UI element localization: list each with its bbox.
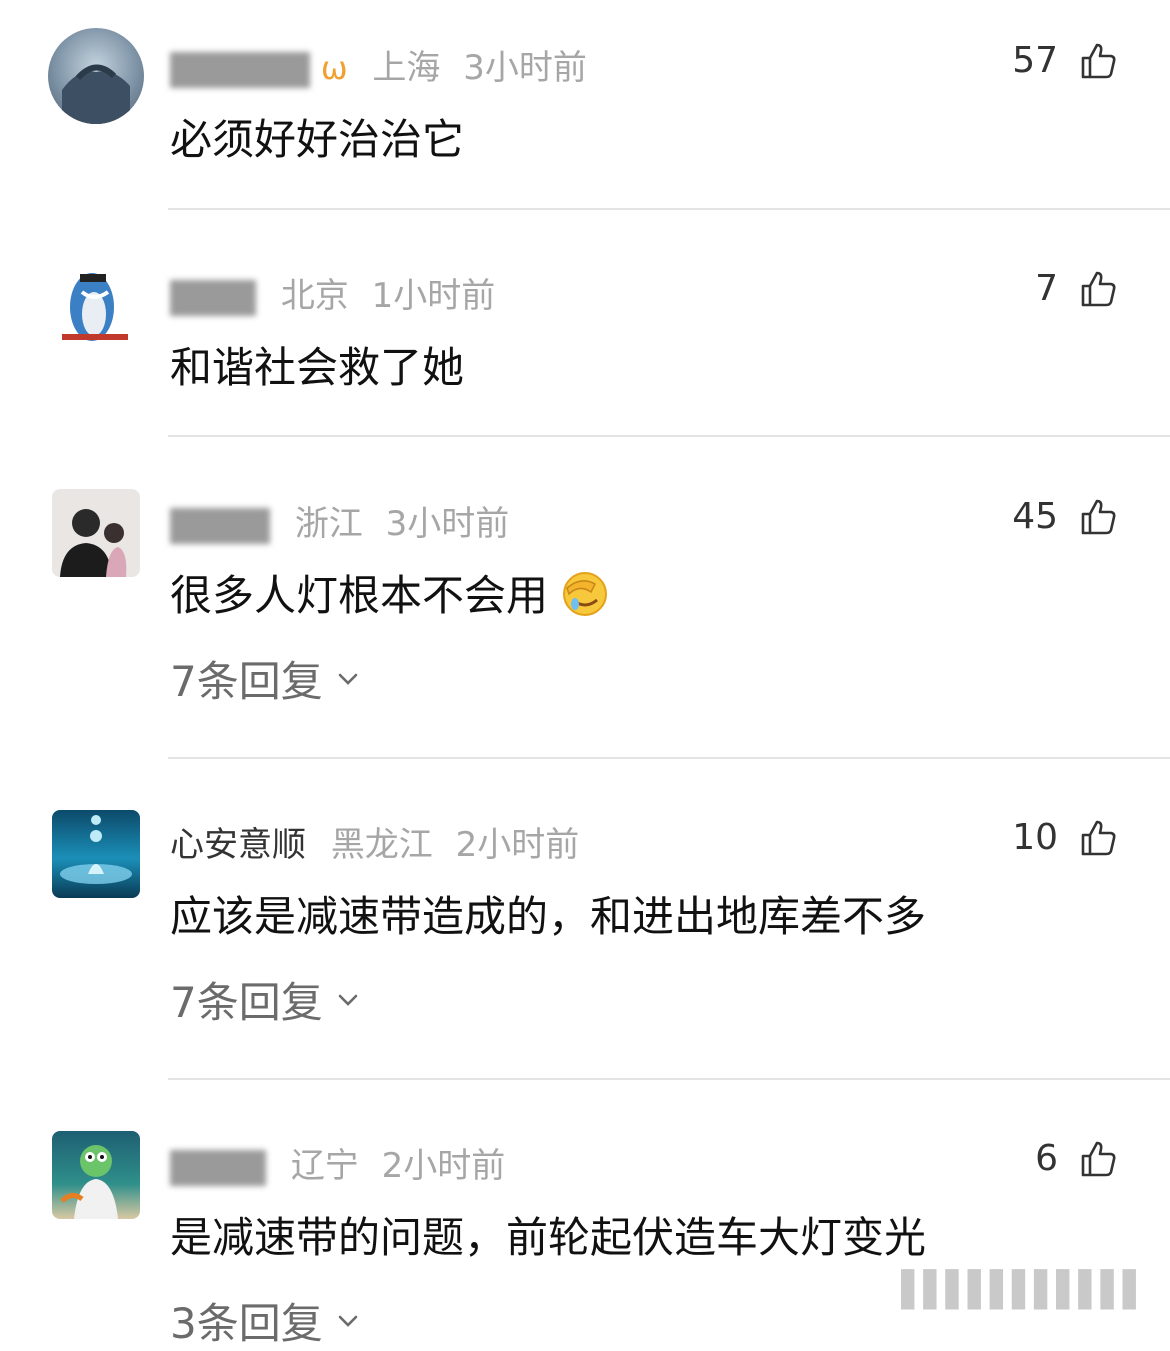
timestamp: 2小时前 bbox=[381, 1146, 506, 1186]
replies-count: 7条回复 bbox=[170, 978, 323, 1027]
timestamp: 2小时前 bbox=[455, 825, 580, 865]
like-count: 6 bbox=[1035, 1138, 1058, 1179]
thumbs-up-icon bbox=[1081, 271, 1116, 306]
comment-meta: ω 上海 3小时前 bbox=[170, 40, 587, 89]
redacted-username bbox=[170, 1149, 266, 1186]
comment-text: 是减速带的问题，前轮起伏造车大灯变光 bbox=[170, 1213, 927, 1262]
like-count: 57 bbox=[1012, 40, 1058, 81]
divider bbox=[168, 1078, 1170, 1080]
view-replies-button[interactable]: 3条回复 bbox=[170, 1290, 361, 1351]
facepalm-emoji-icon bbox=[563, 572, 608, 616]
badge-icon: ω bbox=[320, 49, 348, 87]
person-photo-image bbox=[60, 509, 127, 577]
view-replies-button[interactable]: 7条回复 bbox=[170, 969, 361, 1030]
thumbs-up-icon bbox=[1081, 43, 1116, 78]
location: 北京 bbox=[280, 276, 349, 316]
comment-text: 应该是减速带造成的，和进出地库差不多 bbox=[170, 892, 927, 941]
redacted-username bbox=[170, 279, 256, 316]
comment-meta: 辽宁 2小时前 bbox=[170, 1138, 505, 1187]
timestamp: 3小时前 bbox=[463, 48, 587, 88]
like-button[interactable]: 10 bbox=[1012, 817, 1118, 858]
comment-text: 必须好好治治它 bbox=[170, 115, 465, 164]
timestamp: 1小时前 bbox=[371, 276, 496, 316]
chevron-down-icon bbox=[338, 673, 358, 685]
replies-count: 7条回复 bbox=[170, 657, 323, 706]
timestamp: 3小时前 bbox=[385, 504, 510, 544]
like-count: 7 bbox=[1035, 268, 1058, 309]
like-button[interactable]: 57 bbox=[1012, 40, 1118, 81]
divider bbox=[168, 435, 1170, 437]
comment-text: 很多人灯根本不会用 bbox=[170, 562, 609, 623]
comment-text: 和谐社会救了她 bbox=[170, 343, 465, 392]
like-button[interactable]: 45 bbox=[1012, 496, 1118, 537]
avatar[interactable] bbox=[52, 810, 140, 898]
chevron-down-icon bbox=[338, 1315, 358, 1327]
water-drop-image bbox=[60, 815, 132, 884]
like-button[interactable]: 6 bbox=[1035, 1138, 1118, 1179]
watermark-image: ▌▌▌▌▌▌▌▌▌▌▌ bbox=[901, 1270, 1149, 1310]
comment-text-content: 很多人灯根本不会用 bbox=[170, 571, 549, 620]
turtle-cartoon-image bbox=[60, 1145, 118, 1219]
shark-cartoon-image bbox=[62, 273, 128, 341]
location: 上海 bbox=[372, 48, 441, 88]
avatar[interactable] bbox=[52, 489, 140, 577]
replies-count: 3条回复 bbox=[170, 1299, 323, 1348]
avatar[interactable] bbox=[52, 1131, 140, 1219]
avatar[interactable] bbox=[52, 262, 142, 352]
redacted-username bbox=[170, 51, 310, 88]
location: 黑龙江 bbox=[330, 825, 433, 865]
username[interactable]: 心安意顺 bbox=[170, 825, 306, 865]
comment-meta: 北京 1小时前 bbox=[170, 268, 495, 317]
location: 辽宁 bbox=[290, 1146, 359, 1186]
comment-meta: 浙江 3小时前 bbox=[170, 496, 509, 545]
redacted-username bbox=[170, 507, 270, 544]
thumbs-up-icon bbox=[1081, 499, 1116, 534]
divider bbox=[168, 208, 1170, 210]
chevron-down-icon bbox=[338, 994, 358, 1006]
avatar[interactable] bbox=[48, 28, 144, 124]
like-button[interactable]: 7 bbox=[1035, 268, 1118, 309]
location: 浙江 bbox=[294, 504, 363, 544]
divider bbox=[168, 757, 1170, 759]
thumbs-up-icon bbox=[1081, 820, 1116, 855]
thumbs-up-icon bbox=[1081, 1141, 1116, 1176]
comment-meta: 心安意顺 黑龙江 2小时前 bbox=[170, 817, 579, 866]
like-count: 45 bbox=[1012, 496, 1058, 537]
view-replies-button[interactable]: 7条回复 bbox=[170, 648, 361, 709]
like-count: 10 bbox=[1012, 817, 1058, 858]
tree-image bbox=[62, 64, 130, 124]
